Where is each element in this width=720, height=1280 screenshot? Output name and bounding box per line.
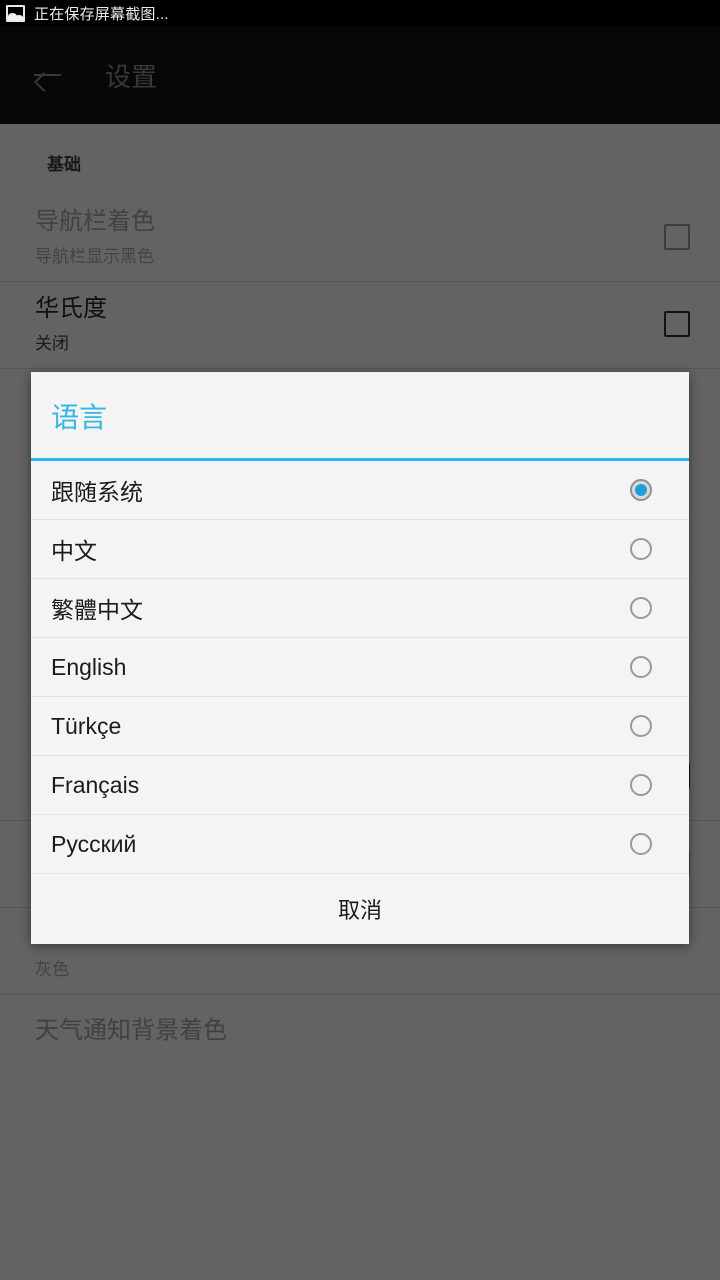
phone-screen: 正在保存屏幕截图... 设置 基础 导航栏着色 导航栏显示黑色 华氏度 关闭 <box>0 0 720 1280</box>
language-option-label: 中文 <box>51 538 97 564</box>
cancel-button[interactable]: 取消 <box>31 874 689 944</box>
dialog-title: 语言 <box>51 402 108 433</box>
radio-unselected-icon[interactable] <box>630 833 652 855</box>
language-option-label: 繁體中文 <box>51 597 143 623</box>
language-option-russian[interactable]: Русский <box>31 815 689 874</box>
language-dialog: 语言 跟随系统 中文 繁體中文 English Türkçe Français … <box>31 372 689 944</box>
language-option-turkish[interactable]: Türkçe <box>31 697 689 756</box>
language-option-chinese[interactable]: 中文 <box>31 520 689 579</box>
language-option-label: Türkçe <box>51 712 122 739</box>
radio-unselected-icon[interactable] <box>630 774 652 796</box>
language-option-traditional-chinese[interactable]: 繁體中文 <box>31 579 689 638</box>
radio-unselected-icon[interactable] <box>630 715 652 737</box>
language-option-label: Русский <box>51 830 137 857</box>
language-option-system[interactable]: 跟随系统 <box>31 461 689 520</box>
screenshot-image-icon <box>6 4 25 22</box>
dialog-title-bar: 语言 <box>31 372 689 461</box>
language-option-label: Français <box>51 771 140 798</box>
radio-unselected-icon[interactable] <box>630 538 652 560</box>
language-option-french[interactable]: Français <box>31 756 689 815</box>
radio-unselected-icon[interactable] <box>630 656 652 678</box>
status-bar: 正在保存屏幕截图... <box>0 0 720 26</box>
radio-selected-icon[interactable] <box>630 479 652 501</box>
radio-unselected-icon[interactable] <box>630 597 652 619</box>
status-bar-text: 正在保存屏幕截图... <box>34 5 169 23</box>
language-option-label: English <box>51 653 127 680</box>
language-option-label: 跟随系统 <box>51 479 143 505</box>
cancel-button-label: 取消 <box>337 898 382 923</box>
language-option-english[interactable]: English <box>31 638 689 697</box>
